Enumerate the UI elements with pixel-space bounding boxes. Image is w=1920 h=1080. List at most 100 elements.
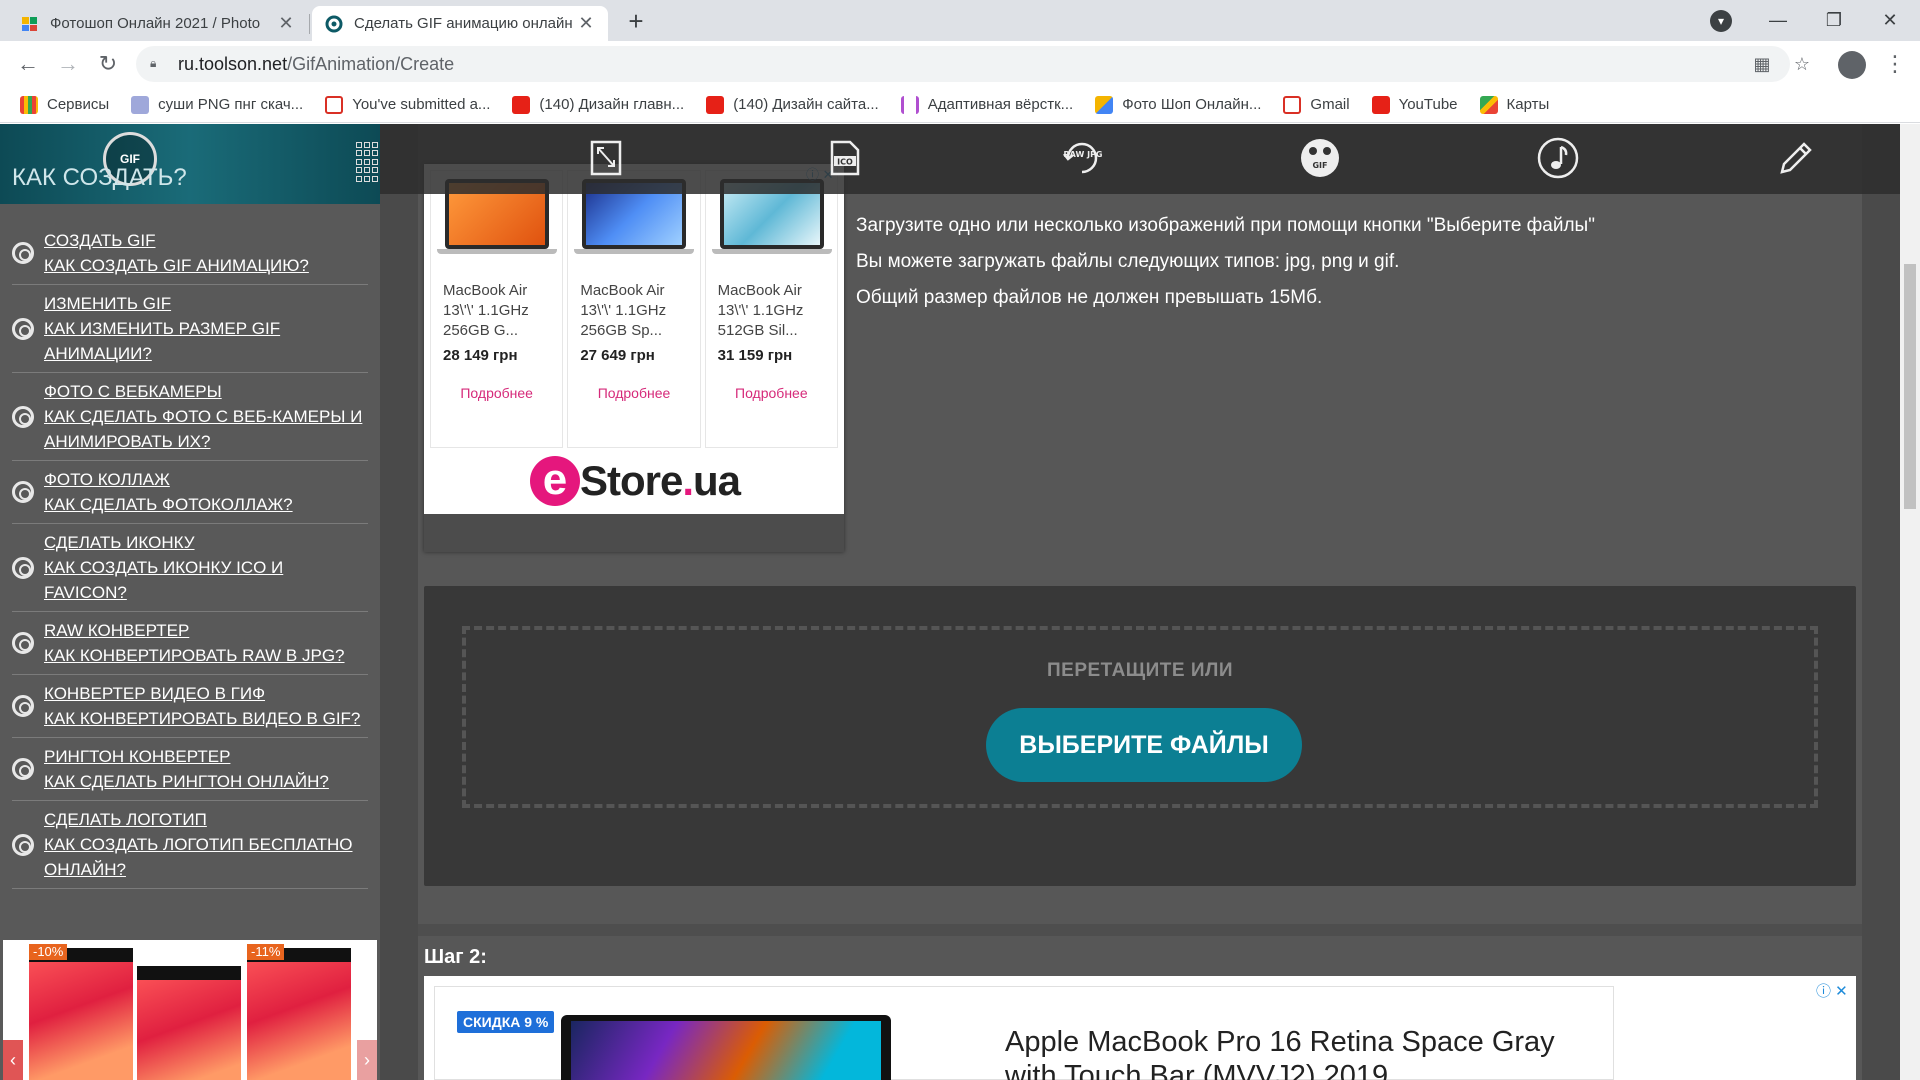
sidebar-link[interactable]: ИЗМЕНИТЬ GIF — [44, 291, 368, 316]
photoshop-online-icon — [1095, 95, 1114, 114]
spiral-icon — [12, 695, 34, 717]
bookmark-gmail-submitted[interactable]: You've submitted a... — [325, 95, 491, 114]
product-name: MacBook Air 13\'\' 1.1GHz 512GB Sil... — [717, 282, 804, 339]
grid-menu-icon[interactable] — [356, 142, 380, 182]
sidebar-link[interactable]: КАК ИЗМЕНИТЬ РАЗМЕР GIF АНИМАЦИИ? — [44, 316, 368, 366]
ad-headline[interactable]: Apple MacBook Pro 16 Retina Space Gray w… — [1005, 1025, 1613, 1080]
bookmark-label: Адаптивная вёрстк... — [927, 96, 1074, 113]
ad-product-card[interactable]: MacBook Air 13\'\' 1.1GHz 256GB Sp... 27… — [567, 170, 701, 448]
ico-icon[interactable]: ICO — [822, 136, 866, 180]
choose-files-button[interactable]: ВЫБЕРИТЕ ФАЙЛЫ — [986, 708, 1302, 782]
sidebar-link[interactable]: КАК СОЗДАТЬ GIF АНИМАЦИЮ? — [44, 253, 368, 278]
product-more-link[interactable]: Подробнее — [706, 385, 837, 401]
bookmark-photo-shop-online[interactable]: Фото Шоп Онлайн... — [1095, 95, 1261, 114]
chevron-left-icon[interactable]: ‹ — [3, 1040, 23, 1080]
sidebar-link[interactable]: ФОТО КОЛЛАЖ — [44, 467, 368, 492]
new-tab-button[interactable]: + — [620, 6, 652, 38]
sidebar-link[interactable]: СОЗДАТЬ GIF — [44, 228, 368, 253]
raw-jpg-icon[interactable]: RAW JPG — [1060, 136, 1104, 180]
bookmark-services[interactable]: Сервисы — [20, 95, 110, 114]
lock-icon: 🔒︎ — [150, 56, 157, 70]
instruction-line: Вы можете загружать файлы следующих типо… — [856, 251, 1400, 272]
sidebar-link[interactable]: РИНГТОН КОНВЕРТЕР — [44, 744, 368, 769]
music-note-icon[interactable] — [1536, 136, 1580, 180]
estore-ad[interactable]: MacBook Air 13\'\' 1.1GHz 256GB G... 28 … — [424, 164, 844, 552]
ad-product-card[interactable]: MacBook Air 13\'\' 1.1GHz 512GB Sil... 3… — [704, 170, 838, 448]
sidebar-link[interactable]: КАК СДЕЛАТЬ РИНГТОН ОНЛАЙН? — [44, 769, 368, 794]
ad-product-image — [137, 966, 241, 1080]
product-more-link[interactable]: Подробнее — [568, 385, 699, 401]
url-domain: ru.toolson.net — [178, 53, 288, 74]
tab-close-icon[interactable]: ✕ — [276, 13, 296, 34]
tab-gif-animation[interactable]: Сделать GIF анимацию онлайн ✕ — [312, 6, 608, 41]
sidebar-link[interactable]: RAW КОНВЕРТЕР — [44, 618, 368, 643]
tab-photoshop-online[interactable]: Фотошоп Онлайн 2021 / Photo ✕ — [8, 6, 308, 41]
back-icon[interactable]: ← — [12, 48, 44, 80]
tab-title: Сделать GIF анимацию онлайн — [354, 15, 573, 32]
pencil-icon[interactable] — [1774, 136, 1818, 180]
bookmark-gmail[interactable]: Gmail — [1283, 95, 1350, 114]
gif-label: GIF — [1312, 161, 1327, 170]
sidebar-link[interactable]: КАК СОЗДАТЬ ИКОНКУ ICO И FAVICON? — [44, 555, 368, 605]
youtube-icon — [1371, 95, 1390, 114]
instruction-line: Общий размер файлов не должен превышать … — [856, 287, 1323, 308]
ico-label: ICO — [837, 158, 853, 167]
bookmark-label: суши PNG пнг скач... — [158, 96, 304, 113]
sidebar-link[interactable]: СДЕЛАТЬ ЛОГОТИП — [44, 807, 368, 832]
macbook-pro-ad[interactable]: СКИДКА 9 % Apple MacBook Pro 16 Retina S… — [424, 976, 1856, 1080]
bookmark-sushi-png[interactable]: суши PNG пнг скач... — [131, 95, 304, 114]
page-scrollbar[interactable] — [1900, 124, 1920, 1080]
tab-search-icon[interactable]: ▾ — [1710, 10, 1732, 32]
sidebar-link[interactable]: СДЕЛАТЬ ИКОНКУ — [44, 530, 368, 555]
resize-icon[interactable] — [584, 136, 628, 180]
upload-panel: ПЕРЕТАЩИТЕ ИЛИ ВЫБЕРИТЕ ФАЙЛЫ — [424, 586, 1856, 886]
minimize-icon[interactable]: — — [1750, 0, 1806, 41]
sidebar-link[interactable]: КАК КОНВЕРТИРОВАТЬ RAW В JPG? — [44, 643, 368, 668]
ad-product-card[interactable]: MacBook Air 13\'\' 1.1GHz 256GB G... 28 … — [430, 170, 564, 448]
video-gif-icon[interactable]: GIF — [1298, 136, 1342, 180]
estore-logo: e Store.ua — [530, 454, 741, 508]
estore-logo-ua: ua — [693, 457, 741, 504]
qr-code-icon[interactable]: ▦ — [1748, 50, 1776, 78]
sidebar-link[interactable]: КАК КОНВЕРТИРОВАТЬ ВИДЕО В GIF? — [44, 706, 368, 731]
step-2-heading: Шаг 2: — [424, 946, 487, 968]
bookmark-youtube-design-site[interactable]: (140) Дизайн сайта... — [706, 95, 879, 114]
menu-icon[interactable]: ⋮ — [1884, 49, 1906, 79]
chevron-right-icon[interactable]: › — [357, 1040, 377, 1080]
ad-product-image — [247, 948, 351, 1080]
sidebar-link[interactable]: ФОТО С ВЕБКАМЕРЫ — [44, 379, 368, 404]
bookmark-maps[interactable]: Карты — [1479, 95, 1549, 114]
spiral-icon — [12, 632, 34, 654]
sidebar-link[interactable]: КАК СОЗДАТЬ ЛОГОТИП БЕСПЛАТНО ОНЛАЙН? — [44, 832, 368, 882]
bookmark-adaptive-layout[interactable]: Адаптивная вёрстк... — [900, 95, 1074, 114]
forward-icon[interactable]: → — [52, 48, 84, 80]
bookmark-label: Сервисы — [47, 96, 110, 113]
maps-icon — [1479, 95, 1498, 114]
restore-icon[interactable]: ❐ — [1806, 0, 1862, 41]
bookmark-label: (140) Дизайн сайта... — [733, 96, 879, 113]
bookmark-star-icon[interactable]: ☆ — [1788, 50, 1816, 78]
drop-zone[interactable]: ПЕРЕТАЩИТЕ ИЛИ ВЫБЕРИТЕ ФАЙЛЫ — [462, 626, 1818, 808]
bookmark-youtube[interactable]: YouTube — [1371, 95, 1458, 114]
product-price: 31 159 грн — [717, 347, 793, 364]
ad-card[interactable]: СКИДКА 9 % Apple MacBook Pro 16 Retina S… — [434, 986, 1614, 1080]
bookmark-label: Gmail — [1310, 96, 1350, 113]
png-icon — [131, 95, 150, 114]
address-bar[interactable]: 🔒︎ ru.toolson.net/GifAnimation/Create — [136, 46, 1790, 82]
close-window-icon[interactable]: ✕ — [1862, 0, 1918, 41]
sidebar-item-resize-gif: ИЗМЕНИТЬ GIF КАК ИЗМЕНИТЬ РАЗМЕР GIF АНИ… — [12, 285, 368, 373]
reload-icon[interactable]: ↻ — [92, 48, 124, 80]
product-more-link[interactable]: Подробнее — [431, 385, 562, 401]
profile-avatar[interactable] — [1838, 51, 1866, 79]
sidebar-link[interactable]: КАК СДЕЛАТЬ ФОТОКОЛЛАЖ? — [44, 492, 368, 517]
bookmark-label: You've submitted a... — [352, 96, 491, 113]
spiral-icon — [12, 556, 34, 579]
ad-info-close-icon[interactable]: ⓘ ✕ — [1816, 980, 1848, 1001]
sidebar-link[interactable]: КАК СДЕЛАТЬ ФОТО С ВЕБ-КАМЕРЫ И АНИМИРОВ… — [44, 404, 368, 454]
bookmark-youtube-design-main[interactable]: (140) Дизайн главн... — [512, 95, 684, 114]
tab-close-icon[interactable]: ✕ — [576, 13, 596, 34]
scrollbar-thumb[interactable] — [1904, 264, 1916, 509]
sidebar-ad-banner[interactable]: -10% -11% ‹ › — [3, 940, 377, 1080]
sidebar-link[interactable]: КОНВЕРТЕР ВИДЕО В ГИФ — [44, 681, 368, 706]
sidebar-item-create-gif: СОЗДАТЬ GIF КАК СОЗДАТЬ GIF АНИМАЦИЮ? — [12, 222, 368, 285]
